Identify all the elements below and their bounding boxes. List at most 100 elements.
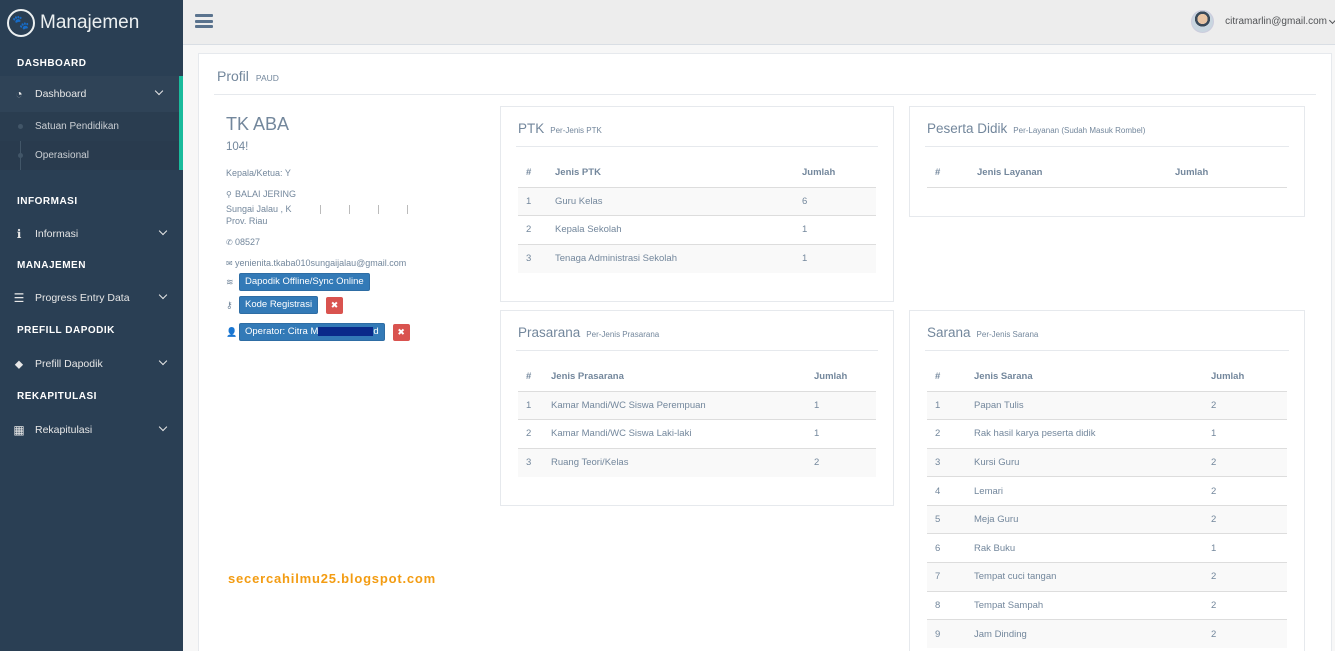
sidebar-subitem-operasional[interactable]: Operasional: [0, 141, 179, 170]
sidebar-item-label: Informasi: [35, 228, 79, 240]
cell: Guru Kelas: [547, 186, 794, 216]
col-header: #: [927, 159, 969, 188]
cell: 3: [518, 447, 543, 477]
panel-title: Peserta Didik Per-Layanan (Sudah Masuk Ro…: [927, 121, 1145, 136]
sarana-table: # Jenis Sarana Jumlah 1 Papan Tulis 2 2 Rak…: [927, 363, 1287, 649]
sidebar-item-rekapitulasi[interactable]: ▦ Rekapitulasi: [0, 412, 183, 448]
prasarana-table: # Jenis Prasarana Jumlah 1 Kamar Mandi/WC…: [518, 363, 876, 477]
cell: 2: [1203, 390, 1287, 420]
table-row: 2 Kepala Sekolah 1: [518, 215, 876, 245]
dashboard-submenu: Satuan Pendidikan Operasional: [0, 112, 183, 170]
chevron-down-icon: [158, 356, 168, 366]
user-icon: 👤: [226, 326, 238, 337]
user-email: citramarlin@gmail.com: [1225, 16, 1327, 27]
page-subtitle: PAUD: [255, 73, 279, 83]
section-title-dashboard: DASHBOARD: [17, 58, 87, 69]
map-marker-icon: ⚲: [226, 190, 232, 199]
sarana-subtitle: Per-Jenis Sarana: [976, 330, 1039, 339]
section-title-manajemen: MANAJEMEN: [17, 260, 86, 271]
table-header: # Jenis PTK Jumlah: [518, 159, 876, 188]
avatar: [1191, 10, 1215, 33]
phone-icon: ✆: [226, 238, 233, 247]
divider: [925, 350, 1289, 351]
sidebar-item-informasi[interactable]: ℹ Informasi: [0, 216, 183, 252]
peserta-title: Peserta Didik: [927, 121, 1008, 136]
topbar: citramarlin@gmail.com: [183, 0, 1335, 45]
col-header: Jenis Sarana: [966, 363, 1203, 392]
sidebar-subitem-satuan-pendidikan[interactable]: Satuan Pendidikan: [0, 112, 179, 141]
redaction: [291, 205, 432, 215]
info-icon: ℹ: [16, 227, 22, 241]
cell: 2: [1203, 447, 1287, 477]
kode-row: ⚷ Kode Registrasi ✖: [226, 296, 481, 314]
remove-kode-button[interactable]: ✖: [326, 296, 344, 314]
sidebar: 🐾 Manajemen DASHBOARD ◔ Dashboard Satuan…: [0, 0, 183, 651]
table-row: 6 Rak Buku 1: [927, 533, 1287, 563]
cell: 3: [927, 447, 966, 477]
divider: [516, 350, 878, 351]
ptk-table: # Jenis PTK Jumlah 1 Guru Kelas 6 2 Kepala …: [518, 159, 876, 273]
ptk-subtitle: Per-Jenis PTK: [550, 126, 602, 135]
chevron-down-icon: [1328, 16, 1335, 24]
school-profile: TK ABA 104! Kepala/Ketua: Y ⚲ BALAI JERIN…: [226, 114, 481, 341]
chevron-down-icon: [158, 422, 168, 432]
cell: Lemari: [966, 476, 1203, 506]
remove-operator-button[interactable]: ✖: [392, 323, 410, 341]
sync-status-badge[interactable]: Dapodik Offline/Sync Online: [239, 273, 370, 291]
table-header: # Jenis Prasarana Jumlah: [518, 363, 876, 392]
operator-button[interactable]: Operator: Citra M d: [239, 323, 385, 341]
table-row: 8 Tempat Sampah 2: [927, 590, 1287, 620]
cell: 6: [927, 533, 966, 563]
cell: Papan Tulis: [966, 390, 1203, 420]
section-title-prefill-dapodik: PREFILL DAPODIK: [17, 325, 115, 336]
cell: 2: [927, 419, 966, 449]
sidebar-item-dashboard[interactable]: ◔ Dashboard: [0, 76, 183, 112]
cell: 2: [1203, 476, 1287, 506]
ptk-panel: PTK Per-Jenis PTK # Jenis PTK Jumlah 1 Gur…: [500, 106, 894, 302]
panel-title: PTK Per-Jenis PTK: [518, 121, 602, 136]
school-name: TK ABA: [226, 114, 290, 134]
col-header: Jumlah: [1203, 363, 1287, 392]
cell: 9: [927, 619, 966, 649]
kode-registrasi-button[interactable]: Kode Registrasi: [239, 296, 319, 314]
user-menu[interactable]: citramarlin@gmail.com: [1191, 10, 1335, 33]
dashboard-icon: ◔: [15, 87, 23, 101]
sidebar-item-progress-entry-data[interactable]: ☰ Progress Entry Data: [0, 280, 183, 316]
school-npsn: 104!: [226, 141, 249, 153]
table-row: 7 Tempat cuci tangan 2: [927, 562, 1287, 592]
cell: 2: [1203, 562, 1287, 592]
sidebar-item-label: Progress Entry Data: [35, 292, 130, 304]
col-header: Jumlah: [794, 159, 876, 188]
menu-toggle-icon[interactable]: [195, 14, 213, 28]
redaction: [318, 326, 374, 336]
school-head: Kepala/Ketua: Y: [226, 168, 291, 178]
table-row: 9 Jam Dinding 2: [927, 619, 1287, 649]
brand-title: Manajemen: [40, 11, 140, 33]
section-title-informasi: INFORMASI: [17, 196, 78, 207]
cell: Jam Dinding: [966, 619, 1203, 649]
cell: 1: [806, 419, 876, 449]
table-row: 2 Kamar Mandi/WC Siswa Laki-laki 1: [518, 419, 876, 449]
cell: 2: [1203, 504, 1287, 534]
address-1-text: BALAI JERING: [235, 189, 297, 199]
page-title-text: Profil: [217, 68, 249, 84]
cell: 2: [518, 215, 547, 245]
peserta-didik-panel: Peserta Didik Per-Layanan (Sudah Masuk Ro…: [909, 106, 1305, 217]
sidebar-item-label: Dashboard: [35, 88, 87, 100]
brand[interactable]: 🐾 Manajemen: [0, 0, 183, 45]
address-line-2: Sungai Jalau , K: [226, 203, 481, 215]
peserta-subtitle: Per-Layanan (Sudah Masuk Rombel): [1013, 126, 1146, 135]
list-icon: ☰: [13, 291, 25, 305]
col-header: #: [927, 363, 966, 392]
table-row: 2 Rak hasil karya peserta didik 1: [927, 419, 1287, 449]
table-row: 1 Papan Tulis 2: [927, 390, 1287, 420]
sync-row: ≋ Dapodik Offline/Sync Online: [226, 273, 481, 291]
table-row: 4 Lemari 2: [927, 476, 1287, 506]
sidebar-item-prefill-dapodik[interactable]: ⬥ Prefill Dapodik: [0, 346, 183, 382]
table-row: 3 Ruang Teori/Kelas 2: [518, 447, 876, 477]
sarana-title: Sarana: [927, 325, 971, 340]
address-line-3: Prov. Riau: [226, 216, 268, 226]
cell: Tempat cuci tangan: [966, 562, 1203, 592]
divider: [214, 94, 1316, 95]
col-header: Jumlah: [1167, 159, 1287, 188]
